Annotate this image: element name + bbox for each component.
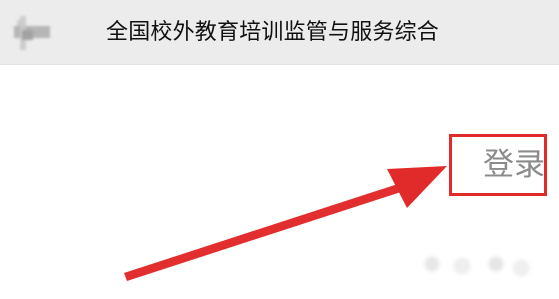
login-link[interactable]: 登录 xyxy=(483,145,549,185)
title-fade-overlay xyxy=(489,0,559,64)
blurred-app-icon xyxy=(14,16,50,50)
page-title: 全国校外教育培训监管与服务综合 xyxy=(106,20,440,45)
arrow-head xyxy=(387,166,447,208)
top-bar: 全国校外教育培训监管与服务综合 xyxy=(0,0,559,65)
blurred-footer-mark xyxy=(420,250,536,284)
arrow-shaft xyxy=(124,182,407,281)
